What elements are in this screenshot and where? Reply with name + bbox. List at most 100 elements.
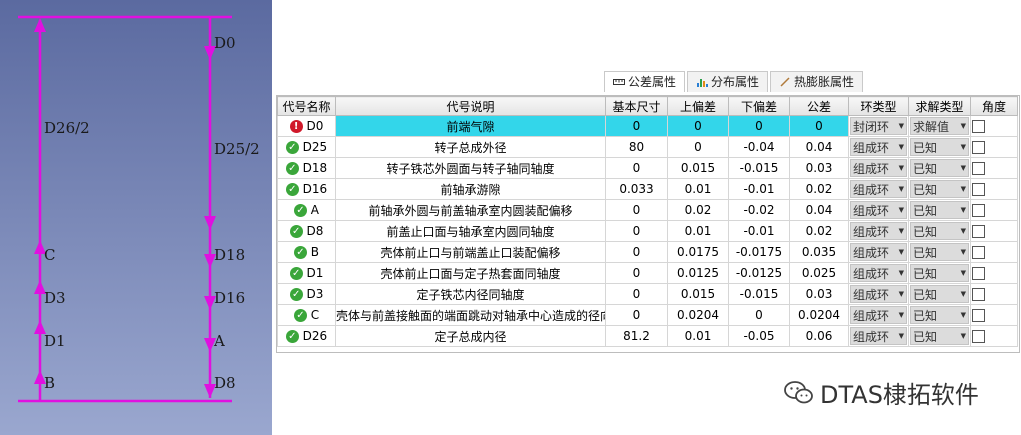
lower-cell[interactable]: -0.015 <box>728 283 790 305</box>
solve-type-select[interactable]: 已知 ▼ <box>910 180 969 198</box>
ring-type-select[interactable]: 组成环 ▼ <box>850 222 907 240</box>
tol-cell[interactable]: 0.025 <box>789 262 849 284</box>
ring-type-select[interactable]: 组成环 ▼ <box>850 243 907 261</box>
nominal-cell[interactable]: 0 <box>605 220 668 242</box>
nominal-cell[interactable]: 0 <box>605 283 668 305</box>
desc-cell[interactable]: 转子铁芯外圆面与转子轴同轴度 <box>335 157 606 179</box>
table-row[interactable]: ✓ D18 转子铁芯外圆面与转子轴同轴度 0 0.015 -0.015 0.03 组成环 ▼ 已… <box>277 157 1018 179</box>
upper-cell[interactable]: 0.015 <box>667 283 729 305</box>
code-cell[interactable]: ! D0 <box>277 115 336 137</box>
desc-cell[interactable]: 前盖止口面与轴承室内圆同轴度 <box>335 220 606 242</box>
tol-cell[interactable]: 0.0204 <box>789 304 849 326</box>
angle-checkbox[interactable] <box>972 288 985 301</box>
header-ring-type[interactable]: 环类型 <box>848 96 909 116</box>
solve-type-select[interactable]: 已知 ▼ <box>910 138 969 156</box>
angle-checkbox[interactable] <box>972 162 985 175</box>
code-cell[interactable]: ✓ D1 <box>277 262 336 284</box>
angle-checkbox[interactable] <box>972 120 985 133</box>
table-row[interactable]: ✓ D25 转子总成外径 80 0 -0.04 0.04 组成环 ▼ 已知 ▼ <box>277 136 1018 158</box>
lower-cell[interactable]: -0.015 <box>728 157 790 179</box>
lower-cell[interactable]: 0 <box>728 304 790 326</box>
lower-cell[interactable]: -0.0175 <box>728 241 790 263</box>
nominal-cell[interactable]: 80 <box>605 136 668 158</box>
header-upper[interactable]: 上偏差 <box>667 96 729 116</box>
upper-cell[interactable]: 0.02 <box>667 199 729 221</box>
desc-cell[interactable]: 壳体前止口面与定子热套面同轴度 <box>335 262 606 284</box>
header-tol[interactable]: 公差 <box>789 96 849 116</box>
upper-cell[interactable]: 0.0125 <box>667 262 729 284</box>
lower-cell[interactable]: -0.05 <box>728 325 790 347</box>
code-cell[interactable]: ✓ D18 <box>277 157 336 179</box>
angle-checkbox[interactable] <box>972 246 985 259</box>
angle-checkbox[interactable] <box>972 267 985 280</box>
nominal-cell[interactable]: 0 <box>605 199 668 221</box>
lower-cell[interactable]: -0.01 <box>728 220 790 242</box>
desc-cell[interactable]: 转子总成外径 <box>335 136 606 158</box>
header-nominal[interactable]: 基本尺寸 <box>605 96 668 116</box>
ring-type-select[interactable]: 组成环 ▼ <box>850 306 907 324</box>
solve-type-select[interactable]: 已知 ▼ <box>910 201 969 219</box>
desc-cell[interactable]: 定子铁芯内径同轴度 <box>335 283 606 305</box>
nominal-cell[interactable]: 0 <box>605 157 668 179</box>
nominal-cell[interactable]: 0 <box>605 262 668 284</box>
ring-type-select[interactable]: 组成环 ▼ <box>850 180 907 198</box>
nominal-cell[interactable]: 0 <box>605 115 668 137</box>
solve-type-select[interactable]: 已知 ▼ <box>910 285 969 303</box>
nominal-cell[interactable]: 0.033 <box>605 178 668 200</box>
solve-type-select[interactable]: 已知 ▼ <box>910 222 969 240</box>
tol-cell[interactable]: 0.03 <box>789 283 849 305</box>
ring-type-select[interactable]: 组成环 ▼ <box>850 201 907 219</box>
code-cell[interactable]: ✓ B <box>277 241 336 263</box>
upper-cell[interactable]: 0 <box>667 136 729 158</box>
solve-type-select[interactable]: 已知 ▼ <box>910 327 969 345</box>
upper-cell[interactable]: 0 <box>667 115 729 137</box>
code-cell[interactable]: ✓ D16 <box>277 178 336 200</box>
table-row[interactable]: ✓ D1 壳体前止口面与定子热套面同轴度 0 0.0125 -0.0125 0.025 组成… <box>277 262 1018 284</box>
lower-cell[interactable]: -0.04 <box>728 136 790 158</box>
desc-cell[interactable]: 壳体与前盖接触面的端面跳动对轴承中心造成的径向偏差 <box>335 304 606 326</box>
ring-type-select[interactable]: 封闭环 ▼ <box>850 117 907 135</box>
table-row[interactable]: ✓ D3 定子铁芯内径同轴度 0 0.015 -0.015 0.03 组成环 ▼ 已知 ▼ <box>277 283 1018 305</box>
header-lower[interactable]: 下偏差 <box>728 96 790 116</box>
tol-cell[interactable]: 0.06 <box>789 325 849 347</box>
nominal-cell[interactable]: 0 <box>605 241 668 263</box>
tol-cell[interactable]: 0.03 <box>789 157 849 179</box>
tol-cell[interactable]: 0.04 <box>789 199 849 221</box>
header-desc[interactable]: 代号说明 <box>335 96 606 116</box>
table-row[interactable]: ✓ A 前轴承外圆与前盖轴承室内圆装配偏移 0 0.02 -0.02 0.04 组成环 ▼ 已知… <box>277 199 1018 221</box>
table-row[interactable]: ✓ D8 前盖止口面与轴承室内圆同轴度 0 0.01 -0.01 0.02 组成环 ▼ 已知 ▼ <box>277 220 1018 242</box>
tol-cell[interactable]: 0 <box>789 115 849 137</box>
tol-cell[interactable]: 0.02 <box>789 220 849 242</box>
desc-cell[interactable]: 前轴承外圆与前盖轴承室内圆装配偏移 <box>335 199 606 221</box>
ring-type-select[interactable]: 组成环 ▼ <box>850 159 907 177</box>
desc-cell[interactable]: 壳体前止口与前端盖止口装配偏移 <box>335 241 606 263</box>
ring-type-select[interactable]: 组成环 ▼ <box>850 327 907 345</box>
solve-type-select[interactable]: 已知 ▼ <box>910 264 969 282</box>
code-cell[interactable]: ✓ D3 <box>277 283 336 305</box>
upper-cell[interactable]: 0.0175 <box>667 241 729 263</box>
upper-cell[interactable]: 0.01 <box>667 325 729 347</box>
tol-cell[interactable]: 0.04 <box>789 136 849 158</box>
code-cell[interactable]: ✓ D26 <box>277 325 336 347</box>
tab-distribution[interactable]: 分布属性 <box>687 71 769 92</box>
angle-checkbox[interactable] <box>972 183 985 196</box>
ring-type-select[interactable]: 组成环 ▼ <box>850 138 907 156</box>
upper-cell[interactable]: 0.01 <box>667 178 729 200</box>
upper-cell[interactable]: 0.01 <box>667 220 729 242</box>
lower-cell[interactable]: 0 <box>728 115 790 137</box>
table-row[interactable]: ✓ C壳体与前盖接触面的端面跳动对轴承中心造成的径向偏差00.020400.02… <box>277 304 1018 326</box>
angle-checkbox[interactable] <box>972 204 985 217</box>
code-cell[interactable]: ✓ C <box>277 304 336 326</box>
table-row[interactable]: ✓ B 壳体前止口与前端盖止口装配偏移 0 0.0175 -0.0175 0.035 组成环… <box>277 241 1018 263</box>
ring-type-select[interactable]: 组成环 ▼ <box>850 264 907 282</box>
desc-cell[interactable]: 前轴承游隙 <box>335 178 606 200</box>
upper-cell[interactable]: 0.015 <box>667 157 729 179</box>
angle-checkbox[interactable] <box>972 309 985 322</box>
upper-cell[interactable]: 0.0204 <box>667 304 729 326</box>
nominal-cell[interactable]: 81.2 <box>605 325 668 347</box>
tol-cell[interactable]: 0.02 <box>789 178 849 200</box>
lower-cell[interactable]: -0.02 <box>728 199 790 221</box>
header-code[interactable]: 代号名称 <box>277 96 336 116</box>
desc-cell[interactable]: 前端气隙 <box>335 115 606 137</box>
ring-type-select[interactable]: 组成环 ▼ <box>850 285 907 303</box>
